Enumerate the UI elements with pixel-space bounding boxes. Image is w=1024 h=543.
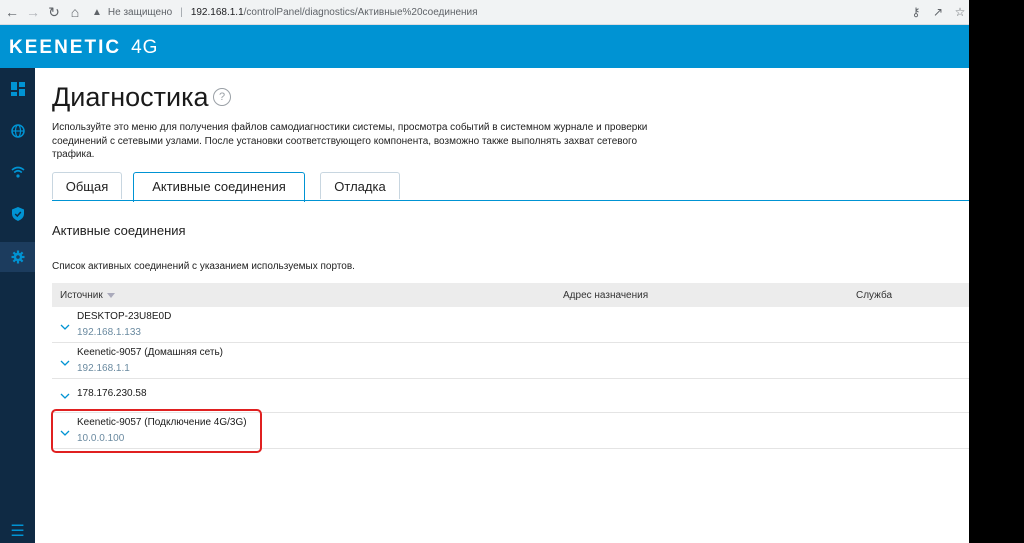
column-service[interactable]: Служба bbox=[856, 290, 892, 301]
row-source-name: Keenetic-9057 (Домашняя сеть) bbox=[77, 347, 223, 358]
security-label: Не защищено bbox=[107, 7, 173, 18]
url-path: /controlPanel/diagnostics/Активные%20сое… bbox=[243, 7, 478, 18]
sort-icon bbox=[106, 292, 115, 298]
table-header: Источник Адрес назначения Служба bbox=[52, 283, 969, 307]
row-source-ip: 192.168.1.1 bbox=[77, 363, 130, 374]
column-destination[interactable]: Адрес назначения bbox=[563, 290, 648, 301]
page-title: Диагностика bbox=[52, 82, 209, 112]
column-source[interactable]: Источник bbox=[60, 290, 115, 301]
sidebar-item-settings[interactable] bbox=[0, 242, 35, 272]
wifi-icon bbox=[10, 166, 25, 178]
sidebar-item-security[interactable] bbox=[0, 199, 35, 229]
tab-debug[interactable]: Отладка bbox=[320, 172, 400, 199]
hamburger-icon[interactable]: ☰ bbox=[0, 518, 35, 543]
chevron-down-icon[interactable] bbox=[60, 322, 70, 332]
gear-icon bbox=[11, 250, 24, 264]
row-source-name: DESKTOP-23U8E0D bbox=[77, 311, 172, 322]
browser-toolbar: ← → ↻ ⌂ ▲ Не защищено | 192.168.1.1/cont… bbox=[0, 0, 969, 25]
globe-icon bbox=[10, 124, 25, 138]
tabs-divider bbox=[52, 200, 969, 201]
logo[interactable]: KEENETIC 4G bbox=[9, 37, 158, 59]
table-row[interactable]: Keenetic-9057 (Домашняя сеть) 192.168.1.… bbox=[52, 343, 969, 379]
address-bar[interactable]: ▲ Не защищено | 192.168.1.1/controlPanel… bbox=[92, 3, 478, 22]
table-row[interactable]: 178.176.230.58 bbox=[52, 379, 969, 413]
main-content: Диагностика ? Используйте это меню для п… bbox=[35, 68, 969, 543]
back-icon[interactable]: ← bbox=[4, 4, 20, 20]
sidebar-item-internet[interactable] bbox=[0, 116, 35, 146]
warning-icon: ▲ bbox=[92, 7, 102, 18]
page-description: Используйте это меню для получения файло… bbox=[52, 122, 648, 160]
reload-icon[interactable]: ↻ bbox=[46, 4, 62, 20]
row-source-ip: 192.168.1.133 bbox=[77, 327, 141, 338]
url-host: 192.168.1.1 bbox=[190, 7, 244, 18]
key-icon[interactable]: ⚷ bbox=[908, 4, 924, 20]
home-icon[interactable]: ⌂ bbox=[67, 4, 83, 20]
model-name: 4G bbox=[131, 37, 159, 58]
sidebar-item-wifi[interactable] bbox=[0, 157, 35, 187]
share-icon[interactable]: ↗ bbox=[930, 4, 946, 20]
app-header: KEENETIC 4G bbox=[0, 25, 969, 68]
help-icon[interactable]: ? bbox=[213, 88, 231, 106]
chevron-down-icon[interactable] bbox=[60, 391, 70, 401]
shield-icon bbox=[11, 207, 24, 221]
tab-active-connections[interactable]: Активные соединения bbox=[133, 172, 305, 202]
table-row[interactable]: DESKTOP-23U8E0D 192.168.1.133 bbox=[52, 307, 969, 343]
row-source-name: 178.176.230.58 bbox=[77, 388, 147, 399]
sidebar bbox=[0, 68, 35, 543]
highlight-box bbox=[51, 409, 262, 453]
sidebar-item-dashboard[interactable] bbox=[0, 74, 35, 104]
address-separator: | bbox=[180, 7, 183, 18]
tab-general[interactable]: Общая bbox=[52, 172, 122, 199]
brand-name: KEENETIC bbox=[9, 37, 122, 58]
forward-icon[interactable]: → bbox=[25, 4, 41, 20]
dashboard-icon bbox=[10, 82, 25, 96]
chevron-down-icon[interactable] bbox=[60, 358, 70, 368]
column-source-label: Источник bbox=[60, 290, 103, 301]
section-description: Список активных соединений с указанием и… bbox=[52, 261, 355, 272]
star-icon[interactable]: ☆ bbox=[952, 4, 968, 20]
section-title: Активные соединения bbox=[52, 223, 186, 238]
